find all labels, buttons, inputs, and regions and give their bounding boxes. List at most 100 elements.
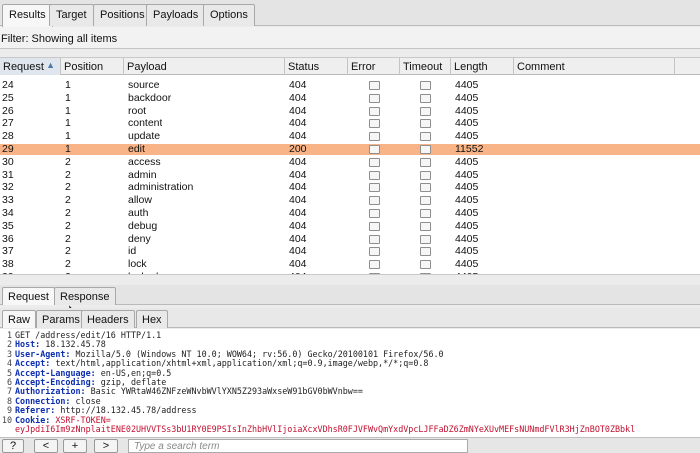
error-checkbox [369, 209, 380, 218]
cell-length: 4405 [455, 118, 479, 130]
cell-status: 404 [289, 259, 307, 271]
table-row[interactable]: 27 1 content 404 4405 [0, 118, 700, 129]
tab-request[interactable]: Request [2, 287, 55, 305]
column-header-length[interactable]: Length [451, 58, 514, 75]
cell-position: 2 [65, 220, 71, 232]
column-header-payload[interactable]: Payload [124, 58, 285, 75]
next-button[interactable]: > [94, 439, 118, 453]
cell-position: 2 [65, 246, 71, 258]
table-row[interactable]: 31 2 admin 404 4405 [0, 170, 700, 181]
tab-raw[interactable]: Raw [2, 310, 37, 328]
tab-hex[interactable]: Hex [136, 310, 168, 328]
table-row[interactable]: 26 1 root 404 4405 [0, 106, 700, 117]
table-row[interactable]: 39 2 locked 404 4405 [0, 272, 700, 274]
timeout-checkbox [420, 196, 431, 206]
intruder-tabbar: Results Target Positions Payloads Option… [0, 0, 700, 27]
cell-payload: deny [128, 233, 151, 245]
cell-payload: admin [128, 169, 157, 181]
cell-position: 2 [65, 233, 71, 245]
column-header-status[interactable]: Status [285, 58, 348, 75]
search-bar: ? < + > Type a search term [0, 437, 700, 453]
tab-payloads[interactable]: Payloads [146, 4, 206, 26]
cell-length: 11552 [455, 144, 484, 155]
table-row[interactable]: 25 1 backdoor 404 4405 [0, 93, 700, 104]
column-header-timeout[interactable]: Timeout [400, 58, 451, 75]
table-row[interactable]: 36 2 deny 404 4405 [0, 234, 700, 245]
cell-position: 1 [65, 80, 71, 91]
cell-request: 27 [2, 118, 14, 130]
column-header-position[interactable]: Position [61, 58, 124, 75]
table-row[interactable]: 34 2 auth 404 4405 [0, 208, 700, 219]
timeout-checkbox [420, 273, 431, 274]
table-row[interactable]: 24 1 source 404 4405 [0, 80, 700, 91]
add-button[interactable]: + [63, 439, 87, 453]
error-checkbox [369, 196, 380, 206]
cell-payload: backdoor [128, 92, 172, 104]
timeout-checkbox [420, 260, 431, 270]
column-header-request[interactable]: Request ▲ [0, 58, 61, 75]
tab-positions[interactable]: Positions [93, 4, 152, 26]
cell-position: 2 [65, 156, 71, 168]
cell-status: 404 [289, 246, 307, 258]
table-row[interactable]: 35 2 debug 404 4405 [0, 221, 700, 232]
search-input[interactable]: Type a search term [128, 439, 468, 453]
cell-position: 1 [65, 144, 71, 155]
line-number: 10 [1, 414, 12, 425]
filter-bar[interactable]: Filter: Showing all items [0, 27, 700, 49]
error-checkbox [369, 157, 380, 167]
request-line: eyJpdiI6Im9zNnplaitENE02UHVVTSs3bU1RY0E9… [0, 425, 635, 434]
cell-payload: update [128, 131, 161, 143]
cell-payload: administration [128, 182, 194, 194]
tab-params[interactable]: Params [36, 310, 86, 328]
table-row[interactable]: 32 2 administration 404 4405 [0, 182, 700, 193]
timeout-checkbox [420, 145, 431, 154]
table-row[interactable]: 30 2 access 404 4405 [0, 157, 700, 168]
cell-request: 38 [2, 259, 14, 271]
timeout-checkbox [420, 209, 431, 218]
search-placeholder: Type a search term [134, 441, 220, 452]
cell-position: 2 [65, 208, 71, 219]
cell-length: 4405 [455, 233, 479, 245]
cell-status: 404 [289, 131, 307, 143]
previous-button[interactable]: < [34, 439, 58, 453]
cell-position: 2 [65, 182, 71, 194]
tab-options[interactable]: Options [203, 4, 255, 26]
cell-status: 404 [289, 208, 307, 219]
timeout-checkbox [420, 247, 431, 257]
cell-status: 404 [289, 156, 307, 168]
tab-headers[interactable]: Headers [81, 310, 135, 328]
table-row[interactable]: 38 2 lock 404 4405 [0, 259, 700, 270]
cell-length: 4405 [455, 182, 479, 194]
cell-length: 4405 [455, 92, 479, 104]
table-row[interactable]: 33 2 allow 404 4405 [0, 195, 700, 206]
cell-payload: source [128, 80, 160, 91]
cell-position: 2 [65, 195, 71, 207]
table-row[interactable]: 28 1 update 404 4405 [0, 131, 700, 142]
tab-target[interactable]: Target [49, 4, 94, 26]
cell-request: 35 [2, 220, 14, 232]
cell-status: 404 [289, 195, 307, 207]
table-row[interactable]: 37 2 id 404 4405 [0, 246, 700, 257]
cell-length: 4405 [455, 195, 479, 207]
tab-results[interactable]: Results [2, 4, 53, 27]
cell-status: 404 [289, 80, 307, 91]
table-row[interactable]: 29 1 edit 200 11552 [0, 144, 700, 156]
help-button[interactable]: ? [2, 439, 24, 453]
cell-length: 4405 [455, 246, 479, 258]
raw-request-editor[interactable]: 1 GET /address/edit/16 HTTP/1.1 2 Host: 18.… [0, 329, 700, 437]
filter-label: Filter: Showing all items [1, 33, 118, 45]
error-checkbox [369, 119, 380, 129]
timeout-checkbox [420, 234, 431, 244]
cell-payload: allow [128, 195, 152, 207]
tab-response[interactable]: Response [54, 287, 116, 305]
timeout-checkbox [420, 119, 431, 129]
column-header-comment[interactable]: Comment [514, 58, 675, 75]
table-header: Request ▲ Position Payload Status Error … [0, 58, 700, 75]
error-checkbox [369, 183, 380, 193]
timeout-checkbox [420, 157, 431, 167]
cell-request: 37 [2, 246, 14, 258]
column-header-error[interactable]: Error [348, 58, 400, 75]
timeout-checkbox [420, 106, 431, 116]
cell-status: 404 [289, 220, 307, 232]
cell-status: 404 [289, 272, 307, 274]
